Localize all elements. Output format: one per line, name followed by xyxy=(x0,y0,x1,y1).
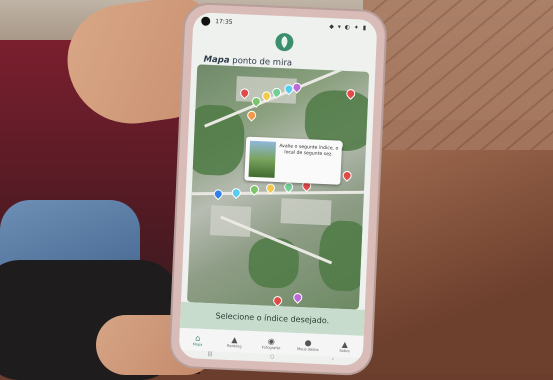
map-marker[interactable] xyxy=(245,108,259,122)
map-marker[interactable] xyxy=(229,186,243,200)
back-button[interactable]: ‹ xyxy=(332,357,334,365)
nav-label: Mapa xyxy=(192,341,203,347)
front-camera xyxy=(201,16,211,26)
recents-button[interactable]: ||| xyxy=(207,351,212,359)
popup-thumbnail xyxy=(248,140,277,178)
nav-label: Sobre xyxy=(339,348,350,353)
map-marker[interactable] xyxy=(211,187,225,201)
status-icons: ◆ ▾ ◐ ✦ ▮ xyxy=(329,23,368,32)
nav-item-ranking[interactable]: ▲ Ranking xyxy=(219,334,250,348)
map-green-area xyxy=(317,219,370,293)
map-info-popup[interactable]: Avalie o segunte índice, o local de segu… xyxy=(244,136,343,185)
map-green-area xyxy=(186,103,246,177)
app-logo-icon xyxy=(275,33,294,52)
popup-text: Avalie o segunte índice, o local de segu… xyxy=(279,144,339,158)
map-marker[interactable] xyxy=(340,169,354,182)
nav-item-about[interactable]: ▲ Sobre xyxy=(330,339,361,353)
phone: 17:35 ◆ ▾ ◐ ✦ ▮ Mapa ponto de mira Avali… xyxy=(170,3,386,375)
status-time: 17:35 xyxy=(215,18,233,26)
nav-item-my-data[interactable]: ● Meus dados xyxy=(293,337,324,352)
nav-label: Meus dados xyxy=(297,346,319,352)
map-view[interactable]: Avalie o segunte índice, o local de segu… xyxy=(186,64,370,310)
nav-label: Ranking xyxy=(226,343,242,349)
phone-screen: 17:35 ◆ ▾ ◐ ✦ ▮ Mapa ponto de mira Avali… xyxy=(178,12,378,366)
nav-label: Fotografar xyxy=(261,344,281,350)
home-button[interactable]: ○ xyxy=(270,354,275,362)
map-building-block xyxy=(280,198,332,226)
map-marker[interactable] xyxy=(291,291,305,304)
nav-item-map[interactable]: ⌂ Mapa xyxy=(182,332,213,346)
nav-item-camera[interactable]: ◉ Fotografar xyxy=(256,336,287,350)
